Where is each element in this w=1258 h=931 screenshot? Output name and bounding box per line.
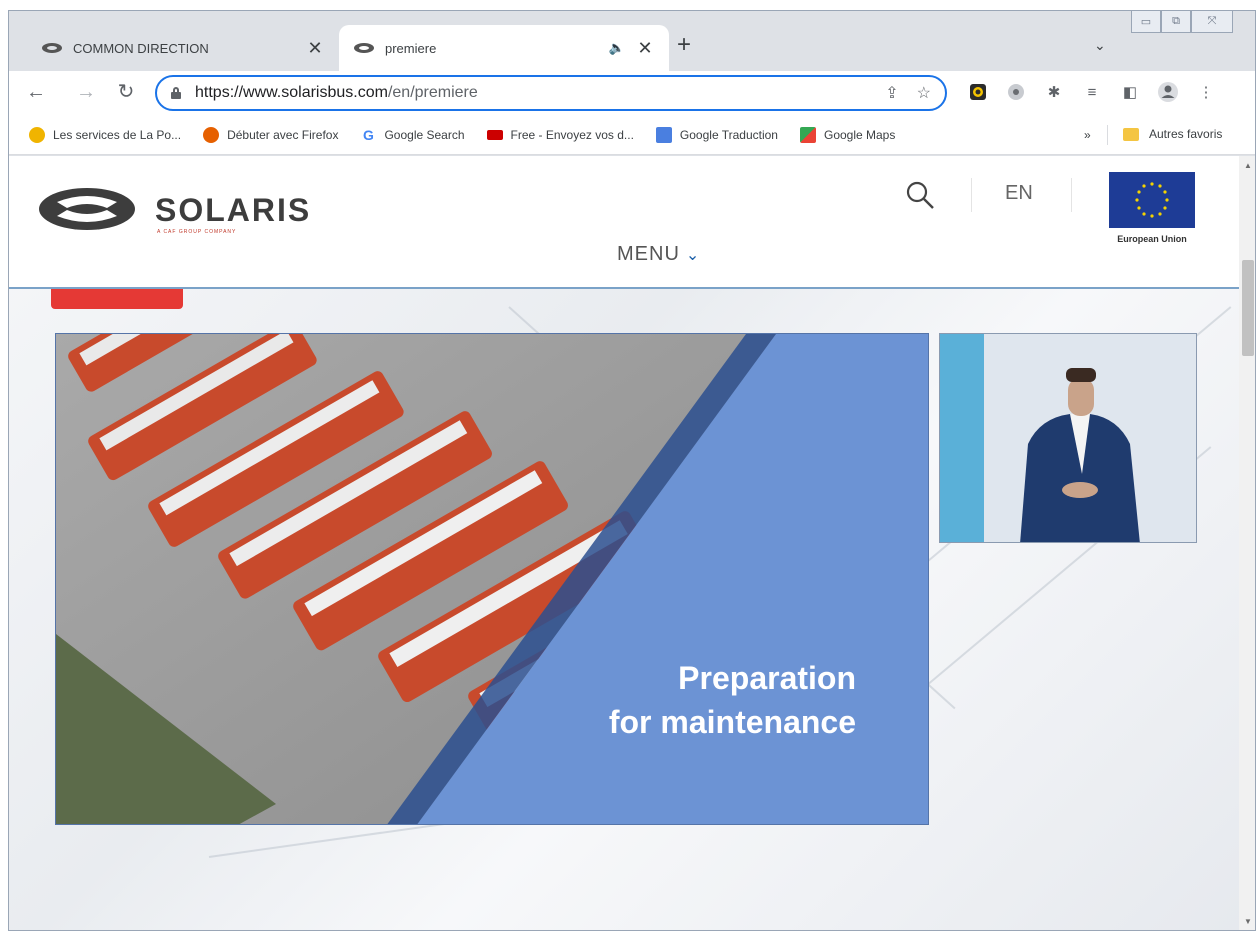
minimize-button[interactable]: ▭ (1131, 11, 1161, 33)
window-controls: ▭ ⧉ ⤧ (1131, 11, 1233, 33)
profile-avatar-icon[interactable] (1155, 79, 1181, 105)
tab-common-direction[interactable]: COMMON DIRECTION ✕ (27, 25, 339, 71)
speaker-icon[interactable]: 🔈 (609, 40, 625, 56)
address-bar[interactable]: https://www.solarisbus.com/en/premiere ⇪… (155, 75, 947, 111)
language-selector[interactable]: EN (1005, 182, 1033, 205)
bookmark-star-icon[interactable]: ☆ (917, 83, 931, 103)
url-text[interactable]: https://www.solarisbus.com/en/premiere (195, 84, 867, 102)
close-icon[interactable]: ✕ (305, 38, 325, 59)
bookmark-free[interactable]: Free - Envoyez vos d... (486, 128, 634, 142)
side-panel-icon[interactable]: ◧ (1117, 79, 1143, 105)
scrollbar-thumb[interactable] (1242, 260, 1254, 356)
search-icon[interactable] (905, 180, 935, 210)
extension-icons: ✱ ≡ ◧ ⋮ (965, 79, 1231, 105)
la-poste-icon (29, 126, 45, 143)
bookmark-google-traduction[interactable]: Google Traduction (655, 126, 778, 143)
eu-label: European Union (1117, 234, 1187, 244)
other-bookmarks-folder[interactable]: Autres favoris (1123, 127, 1222, 141)
tab-title: premiere (385, 40, 437, 56)
header-separator (1071, 178, 1072, 212)
new-tab-button[interactable]: + (669, 31, 699, 59)
extension-privacy-icon[interactable] (1003, 79, 1029, 105)
chevron-down-icon: ⌄ (685, 246, 701, 264)
reload-button[interactable]: ↻ (113, 79, 139, 105)
reading-list-icon[interactable]: ≡ (1079, 79, 1105, 105)
back-button[interactable]: ← (23, 79, 49, 105)
browser-toolbar: ← → ↻ https://www.solarisbus.com/en/prem… (9, 71, 1255, 115)
google-maps-icon (799, 126, 816, 143)
google-translate-icon (655, 126, 672, 143)
logo-wordmark[interactable]: SOLARIS (155, 192, 311, 229)
solaris-favicon-icon (42, 43, 62, 53)
header-separator (971, 178, 972, 212)
bookmark-google-maps[interactable]: Google Maps (799, 126, 895, 143)
bookmarks-overflow-button[interactable]: » (1084, 128, 1091, 142)
restore-button[interactable]: ⧉ (1161, 11, 1191, 33)
scroll-down-icon[interactable]: ▼ (1239, 914, 1255, 930)
live-badge (51, 289, 183, 309)
folder-icon (1123, 127, 1139, 141)
lock-icon[interactable] (171, 87, 181, 99)
menu-button[interactable]: MENU ⌄ (617, 243, 700, 266)
presenter-video[interactable] (939, 333, 1197, 543)
solaris-logo-icon[interactable] (37, 186, 137, 232)
google-icon: G (363, 126, 374, 143)
logo-subtitle: A CAF GROUP COMPANY (157, 229, 237, 235)
bookmarks-bar: Les services de La Po... Débuter avec Fi… (9, 115, 1255, 155)
forward-button[interactable]: → (73, 79, 99, 105)
tab-search-chevron-icon[interactable]: ⌄ (1094, 37, 1106, 54)
bookmark-la-poste[interactable]: Les services de La Po... (29, 126, 181, 143)
bookmarks-separator (1107, 125, 1108, 145)
browser-window: COMMON DIRECTION ✕ premiere 🔈 ✕ + ⌄ ▭ ⧉ … (8, 10, 1256, 931)
presenter-figure (1020, 368, 1140, 542)
firefox-icon (203, 126, 220, 143)
page-content: Preparation for maintenance SOLARIS A CA… (9, 156, 1239, 930)
browser-menu-icon[interactable]: ⋮ (1193, 79, 1219, 105)
site-header: SOLARIS A CAF GROUP COMPANY EN European … (9, 156, 1239, 289)
extension-norton-icon[interactable] (965, 79, 991, 105)
tab-strip: COMMON DIRECTION ✕ premiere 🔈 ✕ + ⌄ ▭ ⧉ … (9, 11, 1255, 71)
tab-title: COMMON DIRECTION (73, 40, 209, 56)
free-icon (486, 129, 503, 140)
share-icon[interactable]: ⇪ (885, 83, 898, 103)
extensions-puzzle-icon[interactable]: ✱ (1041, 79, 1067, 105)
bookmark-firefox[interactable]: Débuter avec Firefox (203, 126, 338, 143)
slide-title: Preparation for maintenance (608, 660, 856, 740)
close-window-button[interactable]: ⤧ (1191, 11, 1233, 33)
eu-flag-icon (1109, 172, 1195, 228)
close-icon[interactable]: ✕ (635, 38, 655, 59)
main-video-player[interactable]: Preparation for maintenance (55, 333, 929, 825)
scroll-up-icon[interactable]: ▲ (1239, 158, 1255, 174)
buses-photo (56, 334, 928, 824)
solaris-favicon-icon (354, 43, 374, 53)
tab-premiere[interactable]: premiere 🔈 ✕ (339, 25, 669, 71)
page-scrollbar[interactable]: ▲ ▼ (1239, 156, 1255, 930)
bookmark-google-search[interactable]: G Google Search (360, 126, 465, 143)
